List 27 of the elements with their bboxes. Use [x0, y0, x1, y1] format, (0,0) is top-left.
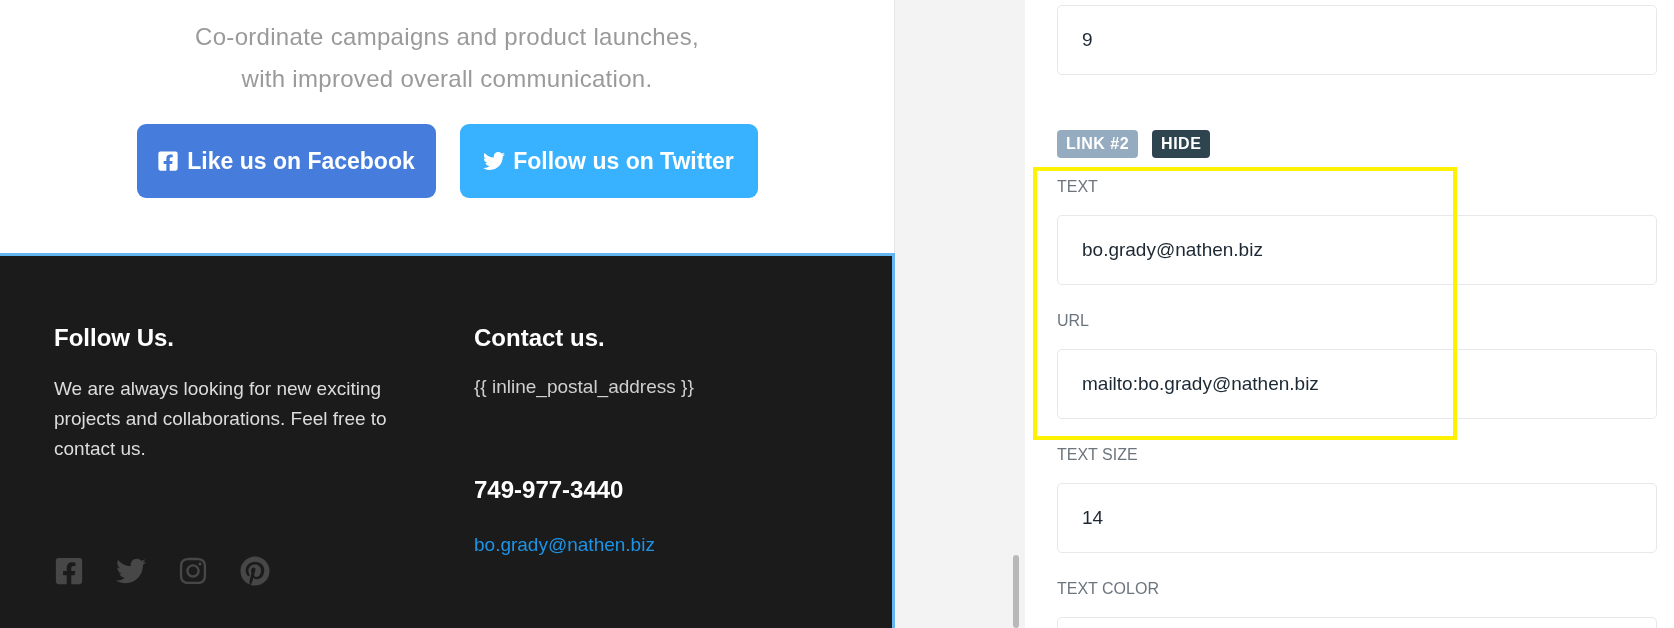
hide-button[interactable]: HIDE: [1152, 130, 1211, 158]
email-link[interactable]: bo.grady@nathen.biz: [474, 534, 892, 556]
pinterest-icon[interactable]: [240, 556, 270, 586]
footer-heading: Follow Us.: [54, 324, 175, 352]
phone-number: 749-977-3440: [474, 476, 625, 504]
field-label: TEXT COLOR: [1057, 580, 1159, 598]
footer-heading: Contact us.: [474, 324, 606, 352]
facebook-icon: [157, 150, 180, 172]
postal-address: {{ inline_postal_address }}: [474, 376, 695, 398]
input-field[interactable]: mailto:bo.grady@nathen.biz: [1057, 349, 1657, 419]
field-label: URL: [1057, 312, 1089, 330]
instagram-icon[interactable]: [178, 556, 208, 586]
footer-paragraph: We are always looking for new exciting projects and collaborations. Feel free to contact us.: [54, 377, 388, 461]
twitter-icon: [483, 150, 506, 172]
twitter-icon[interactable]: [116, 556, 146, 586]
link-badge: LINK #2: [1057, 130, 1139, 158]
tagline-text: with improved overall communication.: [241, 64, 653, 94]
footer-section[interactable]: Follow Us. We are always looking for new exciting projects and collaborations. Feel free to contact us. Contact us. {{ inline_postal_address }} 749-977-3440 bo.grady@nathen.biz: [0, 253, 895, 628]
input-field[interactable]: bo.grady@nathen.biz: [1057, 215, 1657, 285]
tagline-text: Co-ordinate campaigns and product launches,: [195, 22, 699, 52]
field-label: TEXT: [1057, 178, 1098, 196]
input-field[interactable]: 14: [1057, 483, 1657, 553]
field-label: TEXT SIZE: [1057, 446, 1138, 464]
input-field[interactable]: 9: [1057, 5, 1657, 75]
facebook-button[interactable]: Like us on Facebook: [136, 124, 436, 198]
scrollbar-thumb[interactable]: [1013, 555, 1019, 628]
facebook-icon[interactable]: [54, 556, 84, 586]
